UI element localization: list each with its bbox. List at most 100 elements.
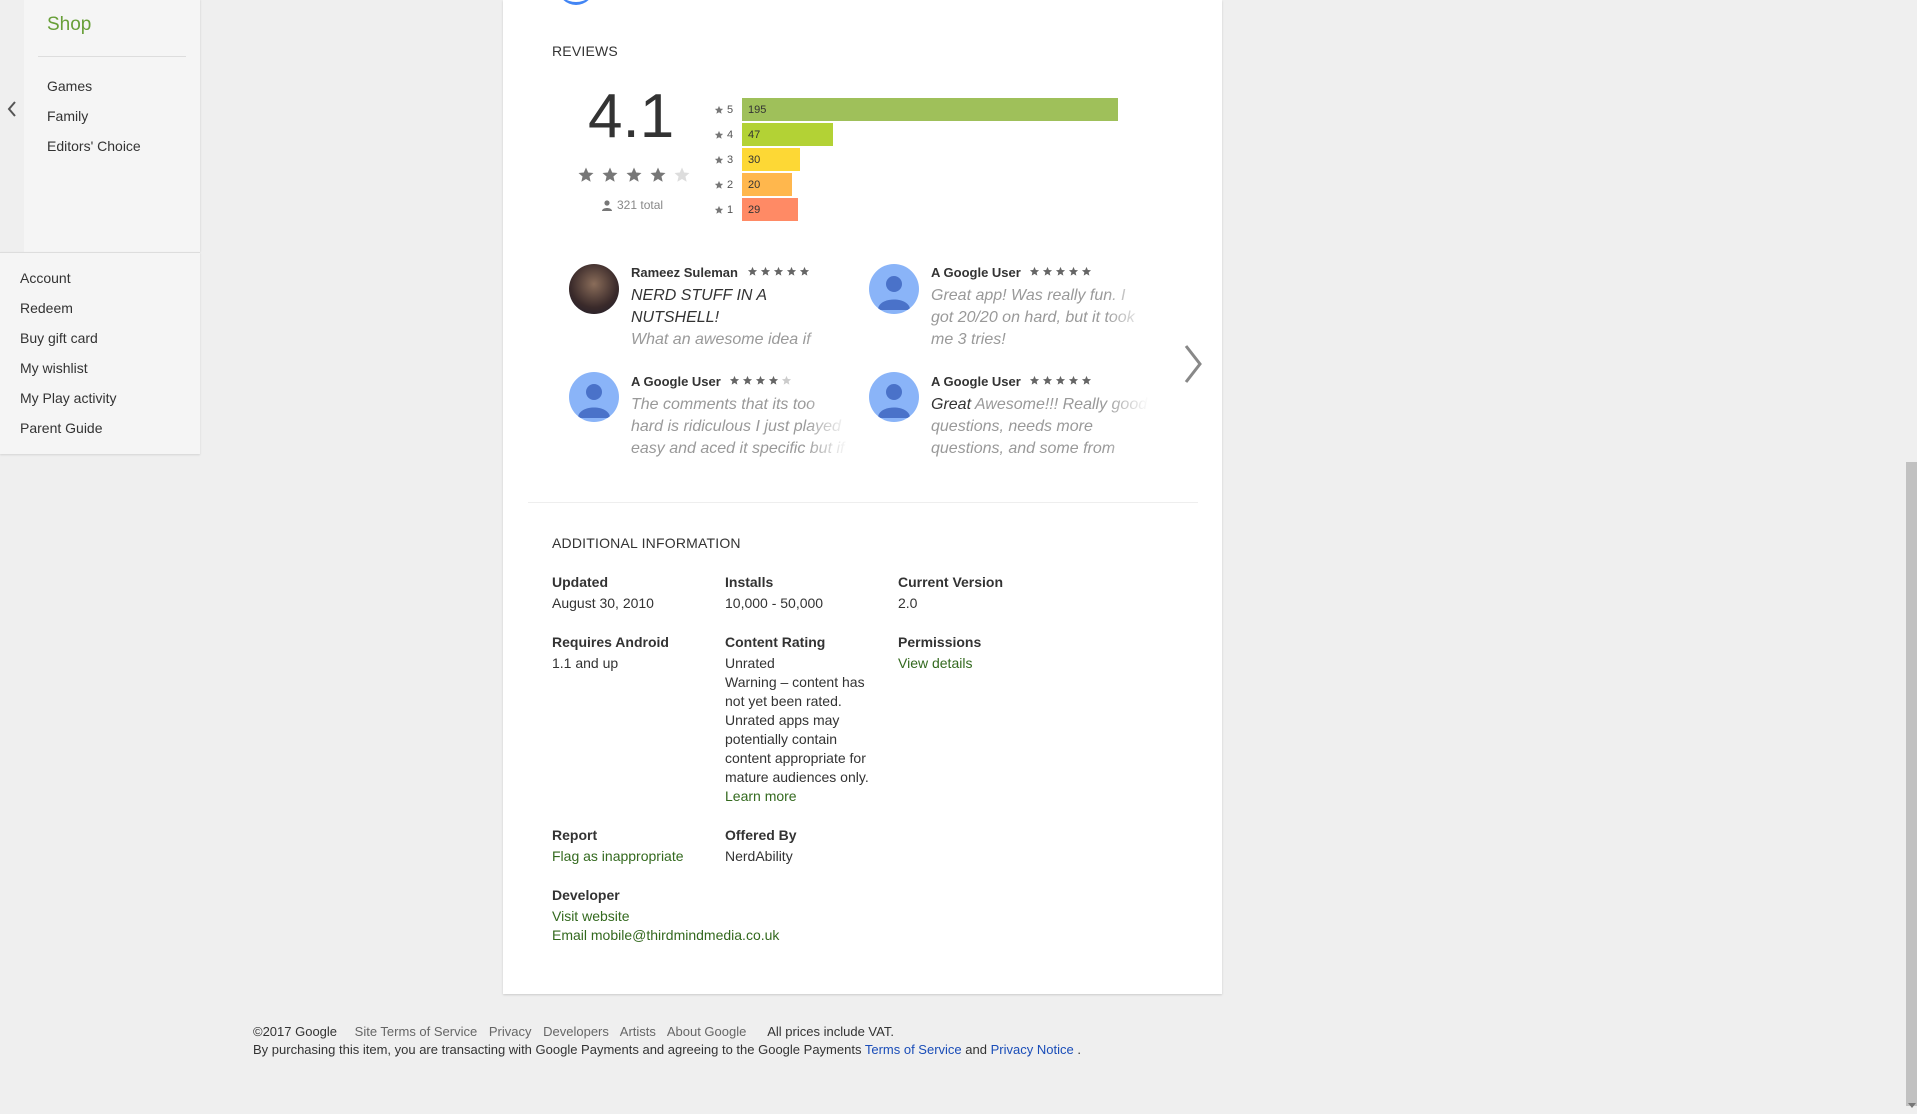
reviewer-avatar [569, 372, 619, 422]
sidebar-item-family[interactable]: Family [47, 108, 88, 124]
histogram-star-value: 5 [727, 103, 734, 116]
review-author[interactable]: A Google User [931, 265, 1021, 280]
offered-by-value: NerdAbility [725, 848, 793, 864]
and-text: and [965, 1042, 987, 1057]
histogram-row: 1 29 [714, 198, 798, 221]
developer-email-link[interactable]: Email mobile@thirdmindmedia.co.uk [552, 926, 779, 945]
scrollbar[interactable] [1906, 462, 1917, 1106]
review-author[interactable]: Rameez Suleman [631, 265, 738, 280]
installs-label: Installs [725, 574, 774, 590]
view-details-link[interactable]: View details [898, 654, 981, 673]
offered-by-field: Offered By NerdAbility [725, 827, 797, 866]
sidebar-item-editors-choice[interactable]: Editors' Choice [47, 138, 141, 154]
histogram-bar: 29 [742, 198, 798, 221]
person-icon [878, 384, 910, 418]
star-icon [786, 266, 797, 276]
content-rating-label: Content Rating [725, 634, 826, 650]
histogram-star-value: 4 [727, 128, 734, 141]
privacy-notice-link[interactable]: Privacy Notice [991, 1042, 1074, 1057]
review-title: NERD STUFF IN A NUTSHELL! [631, 287, 767, 326]
purchase-text: By purchasing this item, you are transac… [253, 1042, 862, 1057]
star-icon [714, 205, 724, 214]
learn-more-link[interactable]: Learn more [725, 787, 873, 806]
developer-label: Developer [552, 887, 620, 903]
requires-android-label: Requires Android [552, 634, 669, 650]
star-icon [799, 266, 810, 276]
redeem-link[interactable]: Redeem [20, 300, 73, 316]
star-icon [1042, 375, 1053, 385]
flag-inappropriate-link[interactable]: Flag as inappropriate [552, 847, 684, 866]
version-label: Current Version [898, 574, 1004, 590]
footer-link-developers[interactable]: Developers [543, 1024, 609, 1039]
chevron-left-icon[interactable] [5, 98, 19, 120]
visit-website-link[interactable]: Visit website [552, 907, 779, 926]
star-icon [1055, 266, 1066, 276]
histogram-star-label: 1 [714, 204, 742, 216]
review-author[interactable]: A Google User [631, 374, 721, 389]
histogram-star-label: 3 [714, 154, 742, 166]
histogram-bar: 195 [742, 98, 1118, 121]
review-stars [747, 266, 810, 277]
sidebar-item-games[interactable]: Games [47, 78, 92, 94]
rating-histogram: 5 195 4 47 3 30 2 20 1 29 [714, 98, 1134, 223]
divider [528, 502, 1198, 503]
histogram-bar: 47 [742, 123, 833, 146]
star-icon [1068, 375, 1079, 385]
installs-field: Installs 10,000 - 50,000 [725, 574, 823, 613]
scroll-down-icon[interactable] [1908, 1103, 1916, 1108]
content-rating-warning: Warning – content has not yet been rated… [725, 674, 869, 785]
footer-link-terms[interactable]: Site Terms of Service [355, 1024, 478, 1039]
version-field: Current Version 2.0 [898, 574, 1003, 613]
star-icon [755, 375, 766, 385]
chevron-right-icon[interactable] [1182, 342, 1204, 386]
review-body: What an awesome idea if creating a quiz … [631, 331, 811, 348]
updated-value: August 30, 2010 [552, 595, 654, 611]
star-icon [626, 167, 642, 182]
star-icon [1081, 266, 1092, 276]
star-icon [650, 167, 666, 182]
star-icon [729, 375, 740, 385]
histogram-star-value: 2 [727, 178, 734, 191]
parent-guide-link[interactable]: Parent Guide [20, 420, 103, 436]
reviewer-avatar [869, 372, 919, 422]
star-icon [781, 375, 792, 385]
buy-gift-card-link[interactable]: Buy gift card [20, 330, 98, 346]
footer-link-privacy[interactable]: Privacy [489, 1024, 532, 1039]
review-author[interactable]: A Google User [931, 374, 1021, 389]
star-icon [1055, 375, 1066, 385]
review-stars [1029, 375, 1092, 386]
my-play-activity-link[interactable]: My Play activity [20, 390, 116, 406]
star-icon [747, 266, 758, 276]
star-icon [714, 155, 724, 164]
reviewer-avatar [569, 264, 619, 314]
my-wishlist-link[interactable]: My wishlist [20, 360, 88, 376]
content-rating-value: Unrated [725, 655, 775, 671]
star-icon [773, 266, 784, 276]
sidebar-brand[interactable]: Shop [47, 14, 91, 36]
account-link[interactable]: Account [20, 270, 71, 286]
histogram-star-label: 4 [714, 129, 742, 141]
review-text: The comments that its too hard is ridicu… [631, 394, 849, 460]
content-rating-field: Content Rating Unrated Warning – content… [725, 634, 873, 806]
sidebar-shop: Shop Games Family Editors' Choice [24, 0, 200, 252]
updated-field: Updated August 30, 2010 [552, 574, 654, 613]
copyright: ©2017 Google [253, 1024, 338, 1039]
footer-link-about[interactable]: About Google [667, 1024, 747, 1039]
vat-notice: All prices include VAT. [767, 1024, 894, 1039]
reviews-heading: REVIEWS [552, 43, 618, 59]
star-icon [714, 130, 724, 139]
total-reviews-label: 321 total [617, 198, 664, 212]
terms-of-service-link[interactable]: Terms of Service [865, 1042, 962, 1057]
star-icon [1068, 266, 1079, 276]
histogram-row: 4 47 [714, 123, 833, 146]
additional-info-heading: ADDITIONAL INFORMATION [552, 535, 741, 551]
footer-link-artists[interactable]: Artists [620, 1024, 656, 1039]
star-icon [714, 105, 724, 114]
star-icon [1029, 375, 1040, 385]
star-icon [578, 167, 594, 182]
divider [38, 56, 186, 57]
report-label: Report [552, 827, 598, 843]
star-icon [602, 167, 618, 182]
histogram-bar: 20 [742, 173, 792, 196]
average-stars [577, 166, 691, 184]
